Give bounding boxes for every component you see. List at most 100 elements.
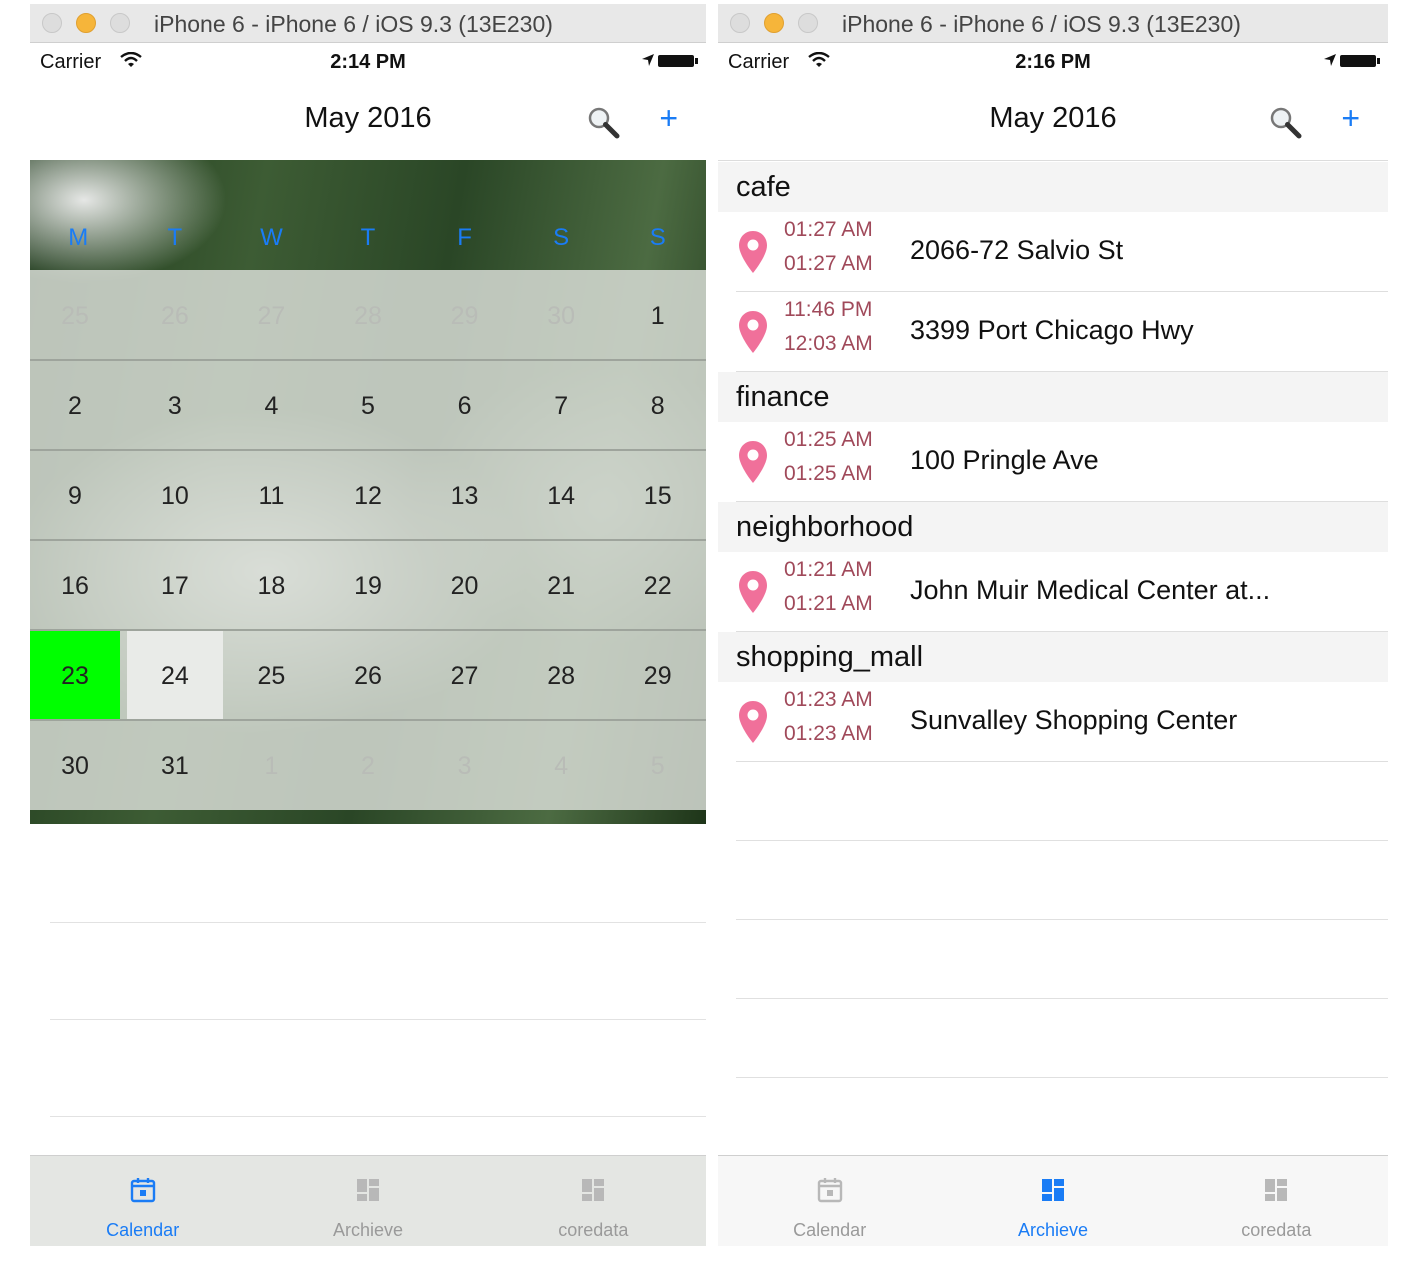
add-button[interactable]: + [659, 100, 678, 137]
calendar-day[interactable]: 20 [417, 541, 513, 631]
weekday-label: S [553, 224, 570, 251]
tab-archieve[interactable]: Archieve [941, 1156, 1164, 1246]
calendar-day[interactable]: 24 [126, 631, 223, 721]
minimize-window-button[interactable] [76, 13, 96, 33]
calendar-day[interactable]: 21 [513, 541, 609, 631]
tab-bar: Calendar Archieve coredata [30, 1155, 706, 1246]
place-row[interactable]: 11:46 PM 12:03 AM 3399 Port Chicago Hwy [718, 292, 1388, 372]
map-pin-icon [739, 231, 767, 273]
tab-coredata[interactable]: coredata [481, 1156, 706, 1246]
calendar-day[interactable]: 25 [30, 271, 120, 361]
calendar-day[interactable]: 12 [320, 451, 416, 541]
calendar-day[interactable]: 28 [513, 631, 609, 721]
empty-row-divider [736, 840, 1388, 841]
tab-label: Archieve [1017, 1220, 1088, 1240]
calendar-day[interactable]: 27 [223, 271, 319, 361]
search-icon[interactable] [1268, 105, 1302, 139]
start-time: 01:23 AM [784, 688, 873, 711]
calendar-day[interactable]: 26 [127, 271, 223, 361]
add-button[interactable]: + [1341, 100, 1360, 137]
calendar-day[interactable]: 25 [223, 631, 319, 721]
simulator-window-calendar: iPhone 6 - iPhone 6 / iOS 9.3 (13E230) C… [30, 4, 706, 1246]
weekday-label: M [68, 224, 89, 251]
tab-calendar[interactable]: Calendar [30, 1156, 255, 1246]
tab-label: Calendar [793, 1220, 867, 1240]
status-bar: Carrier 2:14 PM [30, 42, 706, 82]
calendar-day[interactable]: 13 [417, 451, 513, 541]
calendar-day-selected[interactable]: 23 [30, 631, 120, 721]
calendar-day[interactable]: 10 [127, 451, 223, 541]
section-title: cafe [736, 171, 791, 203]
zoom-window-button[interactable] [110, 13, 130, 33]
calendar-day[interactable]: 27 [417, 631, 513, 721]
tab-calendar[interactable]: Calendar [718, 1156, 941, 1246]
weekday-label: T [167, 224, 183, 251]
calendar-day[interactable]: 2 [320, 721, 416, 811]
calendar-day[interactable]: 22 [610, 541, 706, 631]
calendar-day[interactable]: 5 [320, 361, 416, 451]
section-header: finance [718, 372, 1388, 422]
calendar-day[interactable]: 30 [30, 721, 120, 811]
calendar-day[interactable]: 26 [320, 631, 416, 721]
search-icon[interactable] [586, 105, 620, 139]
place-row[interactable]: 01:25 AM 01:25 AM 100 Pringle Ave [718, 422, 1388, 502]
calendar-day[interactable]: 16 [30, 541, 120, 631]
map-pin-icon [739, 701, 767, 743]
tab-label: coredata [558, 1220, 629, 1240]
calendar-day[interactable]: 29 [417, 271, 513, 361]
tab-label: coredata [1241, 1220, 1312, 1240]
simulator-window-archive: iPhone 6 - iPhone 6 / iOS 9.3 (13E230) C… [718, 4, 1388, 1246]
calendar-day[interactable]: 9 [30, 451, 120, 541]
calendar-day[interactable]: 4 [513, 721, 609, 811]
tab-coredata[interactable]: coredata [1165, 1156, 1388, 1246]
weekday-label: T [360, 224, 376, 251]
calendar-day[interactable]: 19 [320, 541, 416, 631]
start-time: 11:46 PM [784, 298, 873, 321]
dashboard-icon [354, 1176, 382, 1204]
calendar-day[interactable]: 31 [127, 721, 223, 811]
calendar-day[interactable]: 8 [610, 361, 706, 451]
section-header: cafe [718, 162, 1388, 212]
calendar-day[interactable]: 15 [610, 451, 706, 541]
weekday-label: S [649, 224, 666, 251]
calendar-day[interactable]: 2 [30, 361, 120, 451]
minimize-window-button[interactable] [764, 13, 784, 33]
empty-row-divider [50, 1116, 706, 1117]
calendar-day[interactable]: 29 [610, 631, 706, 721]
window-titlebar: iPhone 6 - iPhone 6 / iOS 9.3 (13E230) [30, 4, 706, 43]
map-pin-icon [739, 311, 767, 353]
location-arrow-icon [642, 54, 654, 66]
calendar-day[interactable]: 1 [223, 721, 319, 811]
place-row[interactable]: 01:27 AM 01:27 AM 2066-72 Salvio St [718, 212, 1388, 292]
calendar-day[interactable]: 1 [610, 271, 706, 361]
place-address: John Muir Medical Center at... [910, 575, 1271, 605]
window-titlebar: iPhone 6 - iPhone 6 / iOS 9.3 (13E230) [718, 4, 1388, 43]
location-arrow-icon [1324, 54, 1336, 66]
empty-row-divider [50, 1019, 706, 1020]
calendar-day[interactable]: 3 [417, 721, 513, 811]
dashboard-icon [1039, 1176, 1067, 1204]
calendar-day[interactable]: 18 [223, 541, 319, 631]
zoom-window-button[interactable] [798, 13, 818, 33]
tab-archieve[interactable]: Archieve [255, 1156, 480, 1246]
calendar-day[interactable]: 3 [127, 361, 223, 451]
calendar-day[interactable]: 14 [513, 451, 609, 541]
calendar-day[interactable]: 28 [320, 271, 416, 361]
map-pin-icon [739, 571, 767, 613]
calendar-day[interactable]: 6 [417, 361, 513, 451]
place-row[interactable]: 01:23 AM 01:23 AM Sunvalley Shopping Cente… [718, 682, 1388, 762]
calendar-day[interactable]: 30 [513, 271, 609, 361]
weekday-label: W [260, 224, 283, 251]
calendar-day[interactable]: 7 [513, 361, 609, 451]
calendar-day[interactable]: 5 [610, 721, 706, 811]
calendar-day[interactable]: 4 [223, 361, 319, 451]
start-time: 01:27 AM [784, 218, 873, 241]
close-window-button[interactable] [42, 13, 62, 33]
calendar-day[interactable]: 11 [223, 451, 319, 541]
close-window-button[interactable] [730, 13, 750, 33]
calendar-day[interactable]: 17 [127, 541, 223, 631]
place-row[interactable]: 01:21 AM 01:21 AM John Muir Medical Center… [718, 552, 1388, 632]
status-time: 2:14 PM [330, 51, 406, 73]
calendar-view: MTWTFSS 25 26 27 28 29 30 1 2 3 4 5 6 7 8 9 10 11 12 13 14 1… [30, 160, 706, 824]
place-address: 2066-72 Salvio St [910, 235, 1124, 265]
